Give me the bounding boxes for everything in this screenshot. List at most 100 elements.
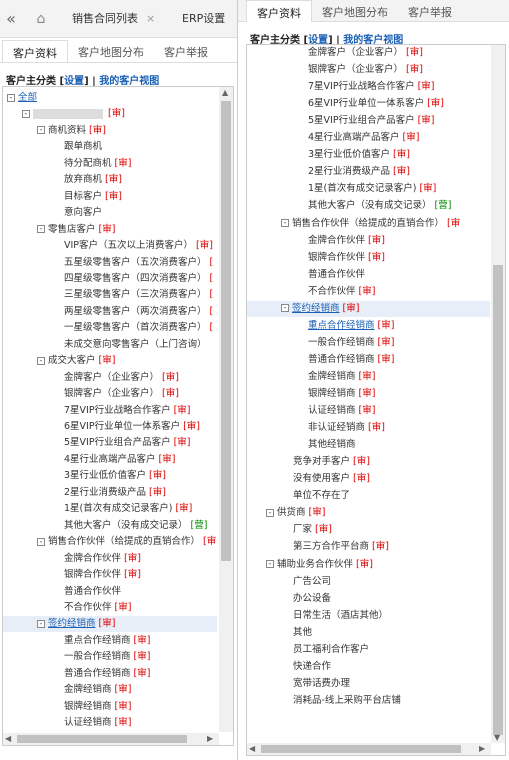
tree-node-label[interactable]: 员工福利合作客户 <box>293 644 369 655</box>
tree-node[interactable]: 4星行业高端产品客户 [审] <box>247 130 490 146</box>
tree-node[interactable]: 7星VIP行业战略合作客户 [审] <box>247 79 490 95</box>
tree-node-label[interactable]: 不合作伙伴 <box>308 286 356 297</box>
tree-node-label[interactable]: 金牌合作伙伴 <box>308 235 365 246</box>
audit-tag[interactable]: [审] <box>134 651 151 662</box>
audit-tag[interactable]: [审] <box>99 224 116 235</box>
tab-customer-data[interactable]: 客户资料 <box>246 0 312 22</box>
tree-node[interactable]: 银牌客户（企业客户） [审] <box>247 62 490 78</box>
tab-sales-contracts[interactable]: 销售合同列表 × <box>72 10 155 26</box>
audit-tag[interactable]: [ <box>210 306 214 317</box>
tree-node-label[interactable]: 意向客户 <box>64 207 102 218</box>
audit-tag[interactable]: [审] <box>174 405 191 416</box>
tree-node-label[interactable]: 5星VIP行业组合产品客户 <box>64 437 171 448</box>
tree-node[interactable]: 普通合作经销商 [审] <box>3 666 217 682</box>
collapse-toggle-icon[interactable]: - <box>7 93 15 102</box>
tree-node[interactable]: 1星(首次有成交记录客户) [审] <box>247 181 490 197</box>
audit-tag[interactable]: [审] <box>99 355 116 366</box>
tree-node[interactable]: 跟单商机 <box>3 139 217 155</box>
tree-node[interactable]: 重点合作经销商 [审] <box>247 318 490 334</box>
tree-node-label[interactable]: 竞争对手客户 <box>293 456 350 467</box>
tree-node[interactable]: - 销售合作伙伴（给提成的直销合作） [审 <box>3 534 217 550</box>
tree-node[interactable]: 6星VIP行业单位一体系客户 [审] <box>3 419 217 435</box>
tree-node[interactable]: - 签约经销商 [审] <box>247 300 490 317</box>
scroll-left-icon[interactable]: ◀ <box>5 734 11 743</box>
tree-node-label[interactable]: 4星行业高端产品客户 <box>64 454 156 465</box>
tree-node[interactable]: - 辅助业务合作伙伴 [审] <box>247 557 490 573</box>
tree-node[interactable]: 快递合作 <box>247 659 490 675</box>
scroll-left-icon[interactable]: ◀ <box>249 744 255 753</box>
tree-node[interactable]: 未成交意向零售客户（上门咨询） <box>3 337 217 353</box>
tree-node-label[interactable]: 消耗品-线上采购平台店铺 <box>293 695 401 706</box>
tab-customer-report[interactable]: 客户举报 <box>398 0 462 22</box>
tree-node-label[interactable]: 零售店客户 <box>48 224 96 235</box>
collapse-toggle-icon[interactable]: - <box>37 537 45 546</box>
tree-node-label[interactable]: 4星行业高端产品客户 <box>308 132 400 143</box>
tree-node-label[interactable]: 银牌客户（企业客户） <box>308 64 403 75</box>
audit-tag[interactable]: [审] <box>372 541 389 552</box>
audit-tag[interactable]: [审] <box>134 635 151 646</box>
tree-node[interactable]: 金牌经销商 [审] <box>3 682 217 698</box>
audit-tag[interactable]: [审] <box>359 405 376 416</box>
audit-tag[interactable]: [审] <box>406 64 423 75</box>
audit-tag[interactable]: [审] <box>115 717 132 728</box>
audit-tag[interactable]: [ <box>210 273 214 284</box>
tree-node-label[interactable]: 银牌经销商 <box>308 388 356 399</box>
tab-customer-data[interactable]: 客户资料 <box>2 40 68 62</box>
horizontal-scrollbar[interactable]: ◀ ▶ <box>247 743 491 755</box>
tree-node-label[interactable]: 金牌客户（企业客户） <box>308 47 403 58</box>
audit-tag[interactable]: [审] <box>393 166 410 177</box>
collapse-toggle-icon[interactable]: - <box>37 356 45 365</box>
tree-node[interactable]: - [审] <box>3 106 217 122</box>
tree-node[interactable]: 两星级零售客户（两次消费客户）[ <box>3 304 217 320</box>
audit-tag[interactable]: [审] <box>115 158 132 169</box>
hscroll-thumb[interactable] <box>17 735 187 743</box>
tree-node[interactable]: 金牌经销商 [审] <box>247 369 490 385</box>
audit-tag[interactable]: [审] <box>309 507 326 518</box>
audit-tag[interactable]: [审] <box>378 354 395 365</box>
tree-node-label[interactable]: 其他大客户（没有成交记录） <box>64 520 188 531</box>
tree-node-label[interactable]: 7星VIP行业战略合作客户 <box>308 81 415 92</box>
tree-node[interactable]: 金牌客户（企业客户） [审] <box>3 370 217 386</box>
tree-node-label[interactable]: 金牌经销商 <box>64 684 112 695</box>
scroll-up-icon[interactable]: ▲ <box>222 88 228 97</box>
audit-tag[interactable]: [ <box>210 257 214 268</box>
tree-node-label[interactable]: 销售合作伙伴（给提成的直销合作） <box>48 536 200 547</box>
audit-tag[interactable]: [审] <box>406 47 423 58</box>
tree-node-label[interactable]: 跟单商机 <box>64 141 102 152</box>
tree-node[interactable]: 6星VIP行业单位一体系客户 [审] <box>247 96 490 112</box>
tree-node[interactable]: 单位不存在了 <box>247 488 490 504</box>
tree-node[interactable]: 普通合作经销商 [审] <box>247 352 490 368</box>
tree-node-label[interactable]: 金牌客户（企业客户） <box>64 372 159 383</box>
audit-tag[interactable]: [ <box>210 289 214 300</box>
audit-tag[interactable]: [审] <box>368 235 385 246</box>
tree-node[interactable]: 第三方合作平台商 [审] <box>247 539 490 555</box>
tree-node-label[interactable]: 其他经销商 <box>308 439 356 450</box>
audit-tag[interactable]: [审] <box>174 437 191 448</box>
tree-node-label[interactable]: 银牌经销商 <box>64 701 112 712</box>
tab-customer-map[interactable]: 客户地图分布 <box>68 40 154 62</box>
vertical-scrollbar[interactable]: ▼ <box>491 45 505 743</box>
tree-node[interactable]: - 销售合作伙伴（给提成的直销合作） [审 <box>247 216 490 232</box>
audit-tag[interactable]: [审] <box>356 559 373 570</box>
tree-node-label[interactable]: 金牌经销商 <box>308 371 356 382</box>
tree-node-label[interactable]: 未成交意向零售客户（上门咨询） <box>64 339 207 350</box>
tree-node-label[interactable]: 签约经销商 <box>48 618 96 629</box>
audit-tag[interactable]: [审] <box>359 286 376 297</box>
tree-node-label[interactable]: 厂家 <box>293 524 312 535</box>
tab-erp-settings[interactable]: ERP设置 <box>182 10 225 26</box>
tree-node[interactable]: 不合作伙伴 [审] <box>3 600 217 616</box>
tree-node[interactable]: 竞争对手客户 [审] <box>247 454 490 470</box>
tree-node-label[interactable]: 其他大客户（没有成交记录） <box>308 200 432 211</box>
audit-tag[interactable]: [审] <box>105 191 122 202</box>
tree-node-label[interactable]: 单位不存在了 <box>293 490 350 501</box>
tree-node-label[interactable]: 2星行业消费级产品 <box>64 487 146 498</box>
tree-node[interactable]: 宽带话费办理 <box>247 676 490 692</box>
tree-node-label[interactable]: 放弃商机 <box>64 174 102 185</box>
tree-node[interactable]: 非认证经销商 [审] <box>247 420 490 436</box>
tree-node-label[interactable]: 三星级零售客户（三次消费客户） <box>64 289 207 300</box>
tree-node-label[interactable]: 1星(首次有成交记录客户) <box>64 503 172 514</box>
tree-node-label[interactable]: 一般合作经销商 <box>64 651 131 662</box>
audit-tag[interactable]: [营] <box>435 200 452 211</box>
tree-node[interactable]: - 零售店客户 [审] <box>3 222 217 238</box>
tree-node[interactable]: 厂家 [审] <box>247 522 490 538</box>
